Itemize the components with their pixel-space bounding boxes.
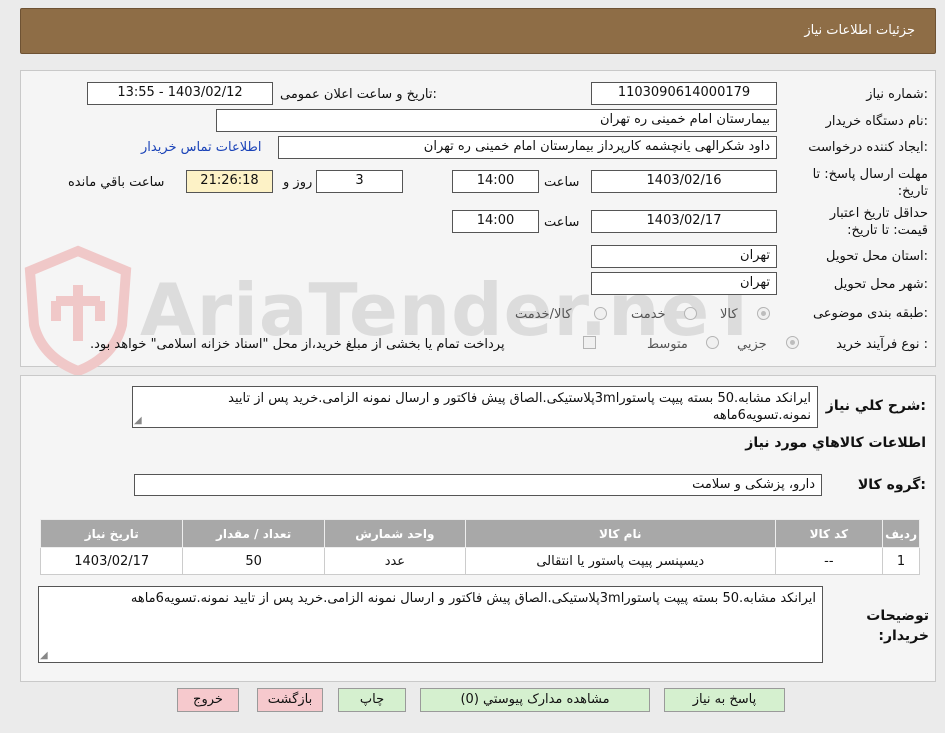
buyer-org-field: بیمارستان امام خمینی ره تهران: [216, 109, 777, 132]
requester-label: ایجاد کننده درخواست:: [808, 140, 928, 155]
deadline-label: مهلت ارسال پاسخ: تا تاریخ:: [812, 167, 928, 199]
need-number-field: 1103090614000179: [591, 82, 777, 105]
buyer-notes-label: توضیحات خریدار:: [866, 608, 929, 644]
col-header-unit: واحد شمارش: [323, 519, 467, 548]
province-label: استان محل تحویل:: [826, 249, 928, 264]
cell-code: --: [774, 547, 884, 575]
general-desc-label: شرح کلي نياز:: [825, 398, 926, 414]
category-radio-service[interactable]: [684, 307, 697, 320]
validity-date-field: 1403/02/17: [591, 210, 777, 233]
view-attachments-button[interactable]: مشاهده مدارک پیوستي (0): [420, 688, 650, 712]
back-button[interactable]: بازگشت: [257, 688, 323, 712]
buyer-contact-link[interactable]: اطلاعات تماس خریدار: [141, 140, 261, 155]
need-number-label: شماره نیاز:: [866, 87, 928, 102]
goods-group-label: گروه کالا:: [857, 477, 926, 493]
page-header: جزئیات اطلاعات نیاز: [20, 8, 936, 54]
watermark-shield-icon: [24, 245, 132, 375]
col-header-row-no: ردیف: [882, 519, 920, 548]
deadline-time-label: ساعت: [544, 175, 580, 190]
exit-button[interactable]: خروج: [177, 688, 239, 712]
category-radio-goods[interactable]: [757, 307, 770, 320]
category-radio-goods-service[interactable]: [594, 307, 607, 320]
deadline-time-field: 14:00: [452, 170, 539, 193]
process-option-minor: جزیي: [737, 337, 767, 352]
province-field: تهران: [591, 245, 777, 268]
col-header-name: نام کالا: [465, 519, 776, 548]
print-button[interactable]: چاپ: [338, 688, 406, 712]
col-header-qty: تعداد / مقدار: [182, 519, 325, 548]
page-title: جزئیات اطلاعات نیاز: [804, 23, 915, 38]
remaining-time-field: 21:26:18: [186, 170, 273, 193]
requester-field: داود شکرالهی یانچشمه کارپرداز بیمارستان …: [278, 136, 777, 159]
days-label: روز و: [283, 175, 313, 190]
buyer-notes-resize-icon[interactable]: ◢: [40, 651, 48, 732]
process-radio-medium[interactable]: [706, 336, 719, 349]
process-option-medium: متوسط: [647, 337, 688, 352]
announce-label: تاریخ و ساعت اعلان عمومی:: [280, 87, 437, 102]
col-header-code: کد کالا: [774, 519, 884, 548]
goods-table: ردیف کد کالا نام کالا واحد شمارش تعداد /…: [39, 519, 920, 575]
cell-name: دیسپنسر پیپت پاستور یا انتقالی: [465, 547, 776, 575]
category-option-goods-service: کالا/خدمت: [515, 307, 572, 322]
treasury-note: پرداخت تمام یا بخشی از مبلغ خرید،از محل …: [90, 337, 505, 352]
cell-date: 1403/02/17: [39, 547, 184, 575]
goods-group-field: دارو، پزشکی و سلامت: [134, 474, 822, 496]
buyer-org-label: نام دستگاه خریدار:: [825, 114, 928, 129]
cell-unit: عدد: [323, 547, 467, 575]
deadline-date-field: 1403/02/16: [591, 170, 777, 193]
buyer-notes-textarea[interactable]: ایرانکد مشابه.50 بسته پیپت پاستور3mlپلاس…: [38, 586, 823, 663]
city-label: شهر محل تحویل:: [833, 277, 928, 292]
table-row: 1 -- دیسپنسر پیپت پاستور یا انتقالی عدد …: [39, 547, 920, 575]
col-header-date: تاریخ نیاز: [39, 519, 184, 548]
days-remaining-field: 3: [316, 170, 403, 193]
goods-info-title: اطلاعات کالاهاي مورد نياز: [745, 435, 926, 451]
validity-label: حداقل تاریخ اعتبار قیمت: تا تاریخ:: [829, 206, 928, 238]
cell-qty: 50: [182, 547, 325, 575]
cell-row-no: 1: [882, 547, 920, 575]
process-label: نوع فرآیند خرید :: [836, 337, 928, 352]
process-radio-minor[interactable]: [786, 336, 799, 349]
category-label: طبقه بندی موضوعی:: [812, 306, 928, 321]
category-option-service: خدمت: [631, 307, 666, 322]
remaining-label: ساعت باقي مانده: [68, 175, 165, 190]
announce-field: 1403/02/12 - 13:55: [87, 82, 273, 105]
category-option-goods: کالا: [720, 307, 738, 322]
general-desc-textarea[interactable]: ایرانکد مشابه.50 بسته پیپت پاستور3mlپلاس…: [132, 386, 818, 428]
validity-time-label: ساعت: [544, 215, 580, 230]
reply-button[interactable]: پاسخ به نیاز: [664, 688, 785, 712]
city-field: تهران: [591, 272, 777, 295]
treasury-checkbox[interactable]: [583, 336, 596, 349]
goods-table-header-row: ردیف کد کالا نام کالا واحد شمارش تعداد /…: [39, 519, 920, 548]
validity-time-field: 14:00: [452, 210, 539, 233]
